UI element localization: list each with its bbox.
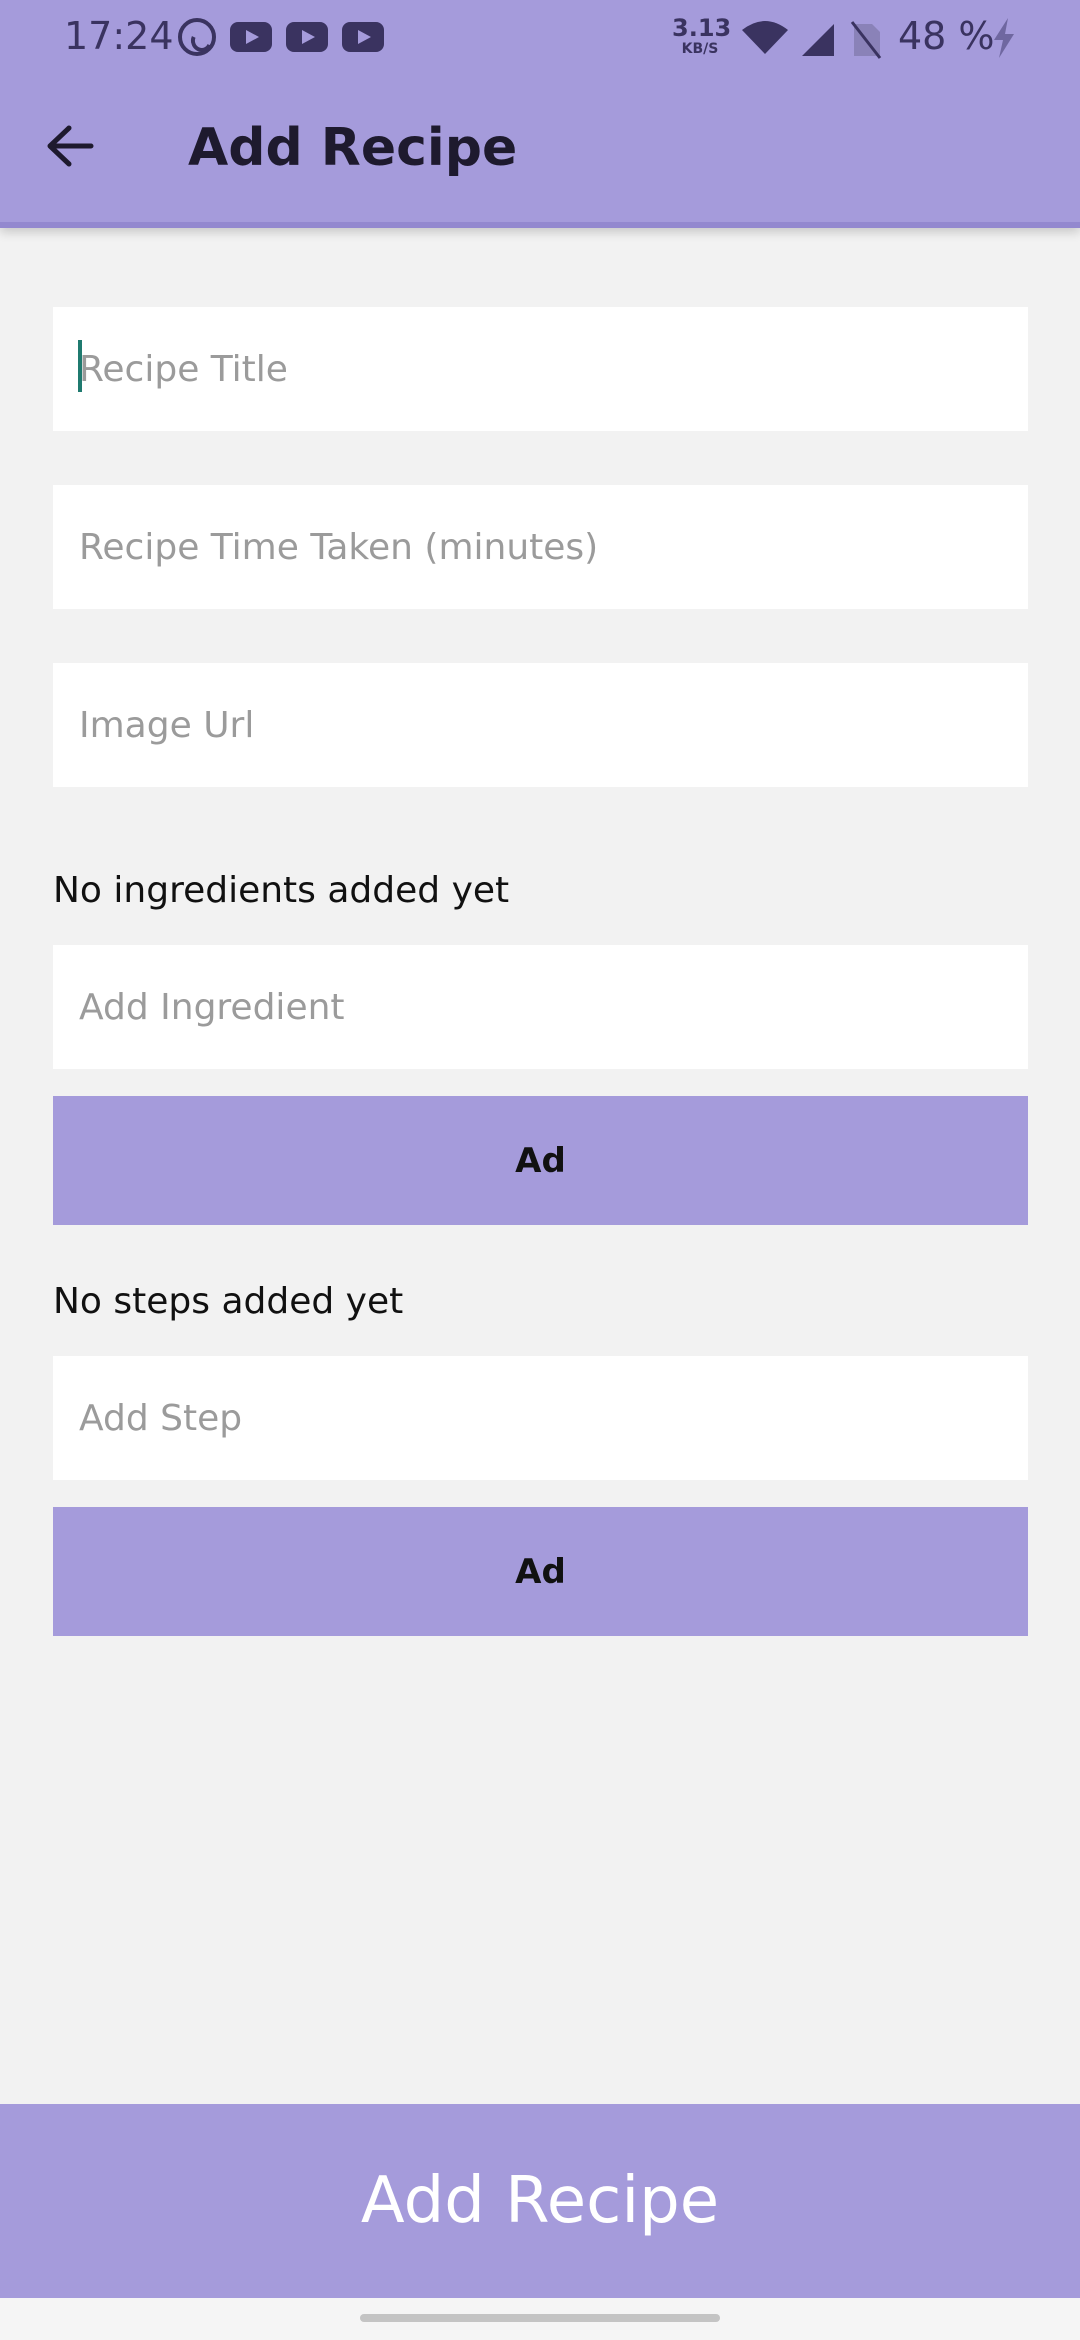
wifi-icon bbox=[742, 21, 788, 54]
recipe-time-input[interactable] bbox=[53, 485, 1028, 609]
add-ingredient-button[interactable]: Ad bbox=[53, 1096, 1028, 1225]
add-step-input[interactable] bbox=[53, 1356, 1028, 1480]
battery-level: 48 % bbox=[898, 14, 995, 58]
text-caret bbox=[78, 340, 82, 392]
status-bar: 17:24 3.13 KB/S 48 % bbox=[0, 0, 1080, 78]
add-step-button[interactable]: Ad bbox=[53, 1507, 1028, 1636]
cell-signal-icon bbox=[802, 24, 834, 56]
network-speed: 3.13 KB/S bbox=[672, 14, 732, 57]
back-button[interactable] bbox=[30, 106, 110, 186]
home-indicator[interactable] bbox=[360, 2314, 720, 2322]
notification-icons bbox=[178, 18, 384, 56]
app-bar: 17:24 3.13 KB/S 48 % Add Recipe bbox=[0, 0, 1080, 228]
add-recipe-button[interactable]: Add Recipe bbox=[0, 2104, 1080, 2298]
add-ingredient-input[interactable] bbox=[53, 945, 1028, 1069]
youtube-icon bbox=[230, 22, 272, 52]
status-time: 17:24 bbox=[64, 14, 174, 58]
network-speed-value: 3.13 bbox=[672, 14, 732, 42]
image-url-input[interactable] bbox=[53, 663, 1028, 787]
arrow-left-icon bbox=[47, 125, 94, 167]
charging-icon bbox=[994, 18, 1014, 58]
no-sim-icon bbox=[850, 21, 882, 59]
whatsapp-icon bbox=[178, 18, 216, 56]
youtube-icon bbox=[286, 22, 328, 52]
toolbar: Add Recipe bbox=[0, 78, 1080, 228]
page-title: Add Recipe bbox=[188, 118, 518, 178]
ingredients-status-text: No ingredients added yet bbox=[53, 870, 510, 911]
navigation-bar bbox=[0, 2298, 1080, 2340]
recipe-title-input[interactable] bbox=[53, 307, 1028, 431]
network-speed-unit: KB/S bbox=[681, 41, 719, 57]
steps-status-text: No steps added yet bbox=[53, 1281, 404, 1322]
youtube-icon bbox=[342, 22, 384, 52]
